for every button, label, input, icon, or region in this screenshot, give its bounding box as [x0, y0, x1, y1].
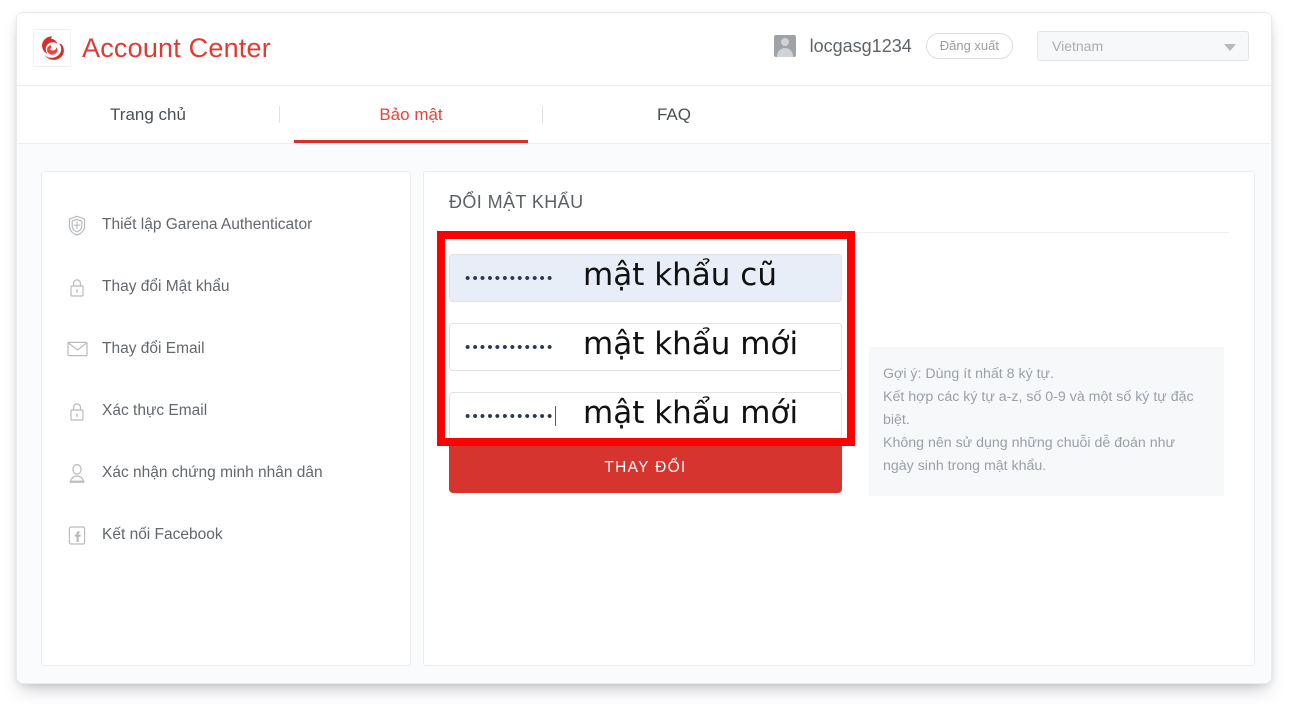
hint-line-3: Không nên sử dụng những chuỗi dễ đoán nh… [883, 435, 1175, 474]
tab-label: Bảo mật [379, 104, 443, 124]
region-select[interactable]: Vietnam [1037, 31, 1249, 61]
lock-icon [66, 276, 88, 298]
change-password-form: •••••••••••• •••••••••••• •••••••••••• [449, 254, 842, 461]
tab-label: FAQ [656, 104, 691, 124]
new-password-input[interactable]: •••••••••••• [449, 323, 842, 371]
confirm-password-masked-value: •••••••••••• [465, 407, 555, 425]
tab-trang-chu[interactable]: Trang chủ [17, 86, 279, 143]
brand-title: Account Center [82, 32, 271, 63]
screenshot-root: Account Center locgasg1234 Đăng xuất Vie… [0, 0, 1300, 704]
site-header: Account Center locgasg1234 Đăng xuất Vie… [17, 13, 1271, 86]
brand[interactable]: Account Center [33, 29, 271, 67]
password-hint-box: Gợi ý: Dùng ít nhất 8 ký tự. Kết hợp các… [869, 347, 1224, 496]
garena-logo-icon [33, 29, 71, 67]
sidebar-item-verify-email[interactable]: Xác thực Email [42, 380, 410, 442]
sidebar-item-label: Thiết lập Garena Authenticator [102, 216, 313, 233]
sidebar-item-label: Xác nhận chứng minh nhân dân [102, 464, 323, 481]
security-sidebar: Thiết lập Garena Authenticator Thay đổi … [41, 171, 411, 666]
tab-faq[interactable]: FAQ [543, 86, 805, 143]
sidebar-item-change-email[interactable]: Thay đổi Email [42, 318, 410, 380]
shield-icon [66, 214, 88, 236]
tab-bao-mat[interactable]: Bảo mật [280, 86, 542, 143]
sidebar-item-authenticator[interactable]: Thiết lập Garena Authenticator [42, 194, 410, 256]
main-tabs: Trang chủ Bảo mật FAQ [17, 86, 1271, 144]
hint-line-2: Kết hợp các ký tự a-z, số 0-9 và một số … [883, 389, 1194, 428]
tab-underline [294, 140, 528, 143]
chevron-down-icon [1224, 44, 1236, 51]
sidebar-item-id-verification[interactable]: Xác nhận chứng minh nhân dân [42, 442, 410, 504]
body-area: Thiết lập Garena Authenticator Thay đổi … [17, 144, 1271, 683]
envelope-icon [66, 338, 88, 360]
sidebar-item-label: Xác thực Email [102, 402, 208, 419]
current-password-input[interactable]: •••••••••••• [449, 254, 842, 302]
facebook-icon [66, 524, 88, 546]
sidebar-item-label: Kết nối Facebook [102, 526, 223, 543]
sidebar-item-change-password[interactable]: Thay đổi Mật khẩu [42, 256, 410, 318]
new-password-masked-value: •••••••••••• [465, 338, 555, 356]
user-avatar-icon [773, 35, 796, 57]
sidebar-item-label: Thay đổi Mật khẩu [102, 278, 230, 295]
hint-line-1: Gợi ý: Dùng ít nhất 8 ký tự. [883, 366, 1054, 382]
id-person-icon [66, 462, 88, 484]
page-title: ĐỔI MẬT KHẨU [449, 192, 584, 212]
sidebar-item-facebook[interactable]: Kết nối Facebook [42, 504, 410, 566]
text-cursor [555, 406, 557, 426]
sidebar-item-label: Thay đổi Email [102, 340, 205, 357]
header-right: locgasg1234 Đăng xuất Vietnam [773, 31, 1249, 61]
tab-label: Trang chủ [110, 104, 186, 124]
logout-button[interactable]: Đăng xuất [925, 33, 1013, 59]
region-select-value: Vietnam [1052, 38, 1104, 54]
change-password-panel: ĐỔI MẬT KHẨU •••••••••••• •••••••••••• •… [423, 171, 1255, 666]
username-label: locgasg1234 [809, 35, 912, 56]
lock-icon [66, 400, 88, 422]
submit-change-password-button[interactable]: THAY ĐỔI [449, 442, 842, 493]
page-card: Account Center locgasg1234 Đăng xuất Vie… [16, 12, 1272, 684]
confirm-password-input[interactable]: •••••••••••• [449, 392, 842, 440]
current-password-masked-value: •••••••••••• [465, 269, 555, 287]
title-divider [449, 232, 1229, 233]
